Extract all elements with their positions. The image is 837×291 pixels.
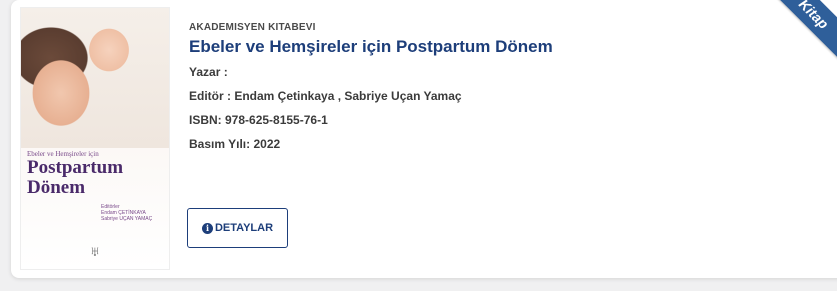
cover-title-line1: Postpartum bbox=[27, 157, 124, 178]
cover-title-line2: Dönem bbox=[27, 177, 86, 198]
cover-photo bbox=[21, 8, 169, 148]
publisher-logo-icon: ♅ bbox=[89, 243, 101, 259]
author-line: Yazar : bbox=[189, 65, 228, 79]
book-card: Ebeler ve Hemşireler için Postpartum Dön… bbox=[11, 0, 837, 278]
book-title[interactable]: Ebeler ve Hemşireler için Postpartum Dön… bbox=[189, 37, 553, 57]
year-line: Basım Yılı: 2022 bbox=[189, 137, 281, 151]
cover-editor-2: Sabriye UÇAN YAMAÇ bbox=[101, 216, 153, 222]
book-info: AKADEMISYEN KITABEVI Ebeler ve Hemşirele… bbox=[189, 22, 553, 161]
details-button-label: DETAYLAR bbox=[214, 222, 274, 234]
cover-editors: Editörler Endam ÇETİNKAYA Sabriye UÇAN Y… bbox=[101, 204, 152, 222]
publisher-name: AKADEMISYEN KITABEVI bbox=[189, 22, 316, 33]
category-ribbon: Kitap bbox=[772, 0, 837, 84]
editor-line: Editör : Endam Çetinkaya , Sabriye Uçan … bbox=[189, 89, 462, 103]
cover-title: Postpartum Dönem bbox=[27, 158, 123, 198]
info-icon: i bbox=[201, 222, 213, 234]
details-button[interactable]: i DETAYLAR bbox=[187, 208, 288, 248]
book-cover-image[interactable]: Ebeler ve Hemşireler için Postpartum Dön… bbox=[20, 7, 170, 270]
isbn-line: ISBN: 978-625-8155-76-1 bbox=[189, 113, 328, 127]
ribbon-label: Kitap bbox=[795, 0, 832, 32]
